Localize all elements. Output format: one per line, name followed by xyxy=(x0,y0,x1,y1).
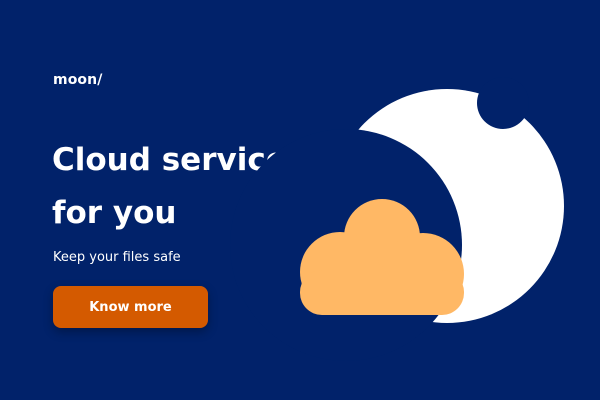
hero-illustration xyxy=(230,77,564,361)
promo-banner: moon/ Cloud service for you Keep your fi… xyxy=(0,0,600,400)
